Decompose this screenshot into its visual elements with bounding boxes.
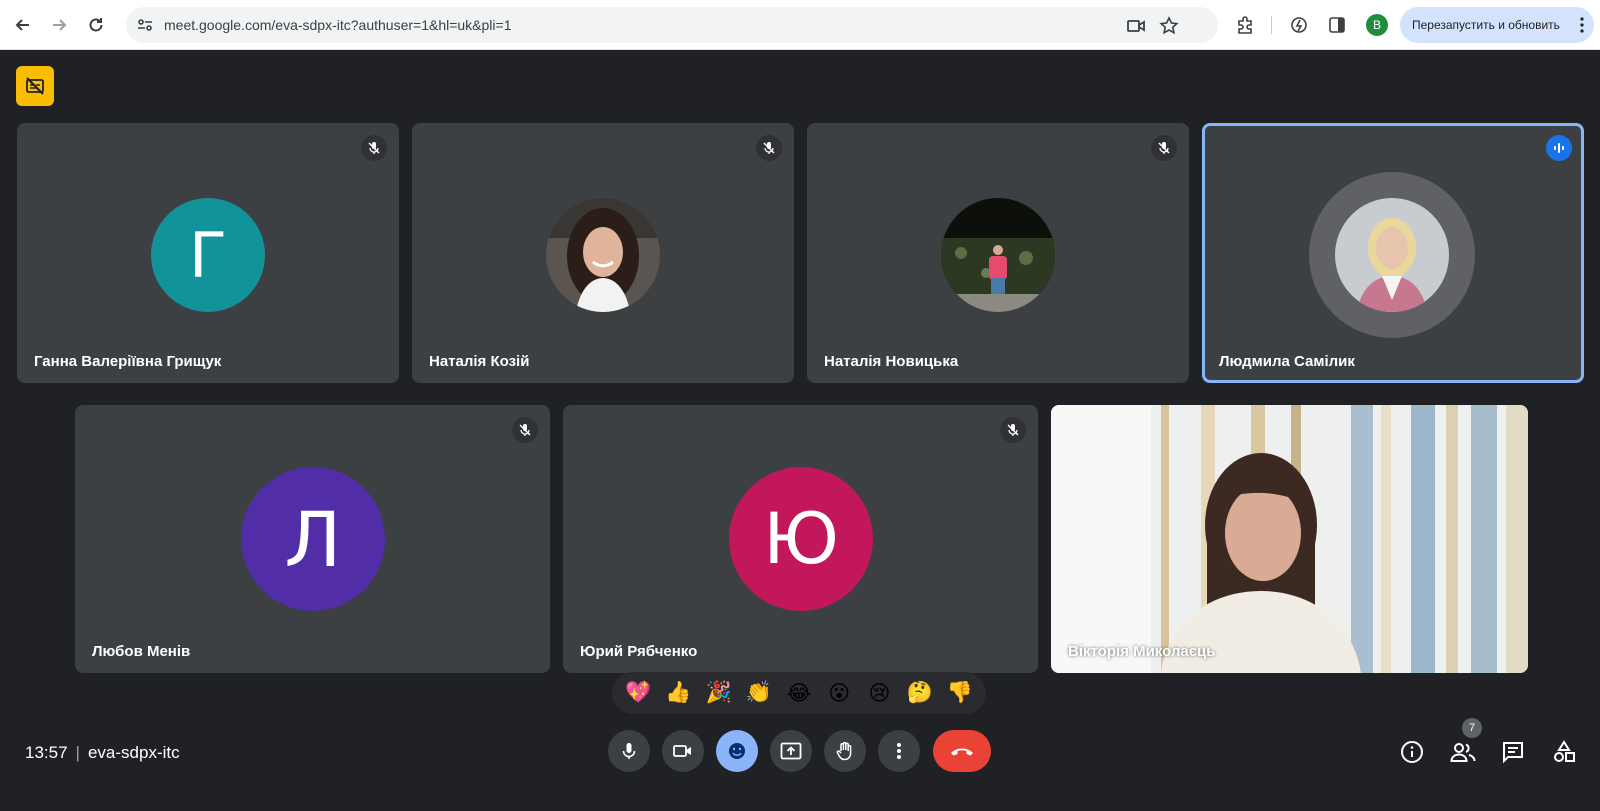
participant-tile-active[interactable]: Людмила Самілик — [1202, 123, 1584, 383]
participant-tile[interactable]: Г Ганна Валеріївна Грищук — [17, 123, 399, 383]
microphone-button[interactable] — [608, 730, 650, 772]
meeting-details-icon[interactable] — [1398, 738, 1426, 766]
avatar: Г — [151, 198, 265, 312]
mic-off-icon — [1000, 417, 1026, 443]
participant-tile[interactable]: Л Любов Менів — [75, 405, 550, 673]
meeting-info: 13:57 | eva-sdpx-itc — [25, 743, 180, 763]
reactions-bar: 💖 👍 🎉 👏 😂 😮 😢 🤔 👎 — [612, 672, 986, 714]
reload-icon[interactable] — [83, 12, 109, 38]
mic-off-icon — [756, 135, 782, 161]
meeting-time: 13:57 — [25, 743, 68, 762]
profile-avatar[interactable]: B — [1366, 14, 1388, 36]
meeting-code: eva-sdpx-itc — [87, 743, 180, 762]
video-feed — [1051, 405, 1528, 673]
present-screen-button[interactable] — [770, 730, 812, 772]
side-panel-icon[interactable] — [1326, 14, 1348, 36]
microphone-icon — [622, 743, 636, 759]
reaction-clap[interactable]: 👏 — [742, 681, 776, 705]
avatar-photo — [546, 198, 660, 312]
people-icon[interactable] — [1449, 738, 1477, 766]
more-vert-icon[interactable] — [1580, 17, 1584, 36]
more-options-button[interactable] — [878, 730, 920, 772]
participant-tile[interactable]: Ю Юрий Рябченко — [563, 405, 1038, 673]
browser-toolbar: meet.google.com/eva-sdpx-itc?authuser=1&… — [0, 0, 1600, 50]
relaunch-button[interactable]: Перезапустить и обновить — [1400, 7, 1594, 43]
speaking-indicator-icon — [1546, 135, 1572, 161]
forward-icon[interactable] — [46, 12, 72, 38]
participant-name: Вікторія Миколаєць — [1068, 643, 1216, 660]
hang-up-icon — [951, 748, 973, 756]
reaction-thumbs-down[interactable]: 👎 — [943, 681, 977, 705]
captions-off-icon[interactable] — [16, 66, 54, 106]
relaunch-label: Перезапустить и обновить — [1412, 18, 1560, 32]
reaction-thinking[interactable]: 🤔 — [903, 681, 937, 705]
reaction-party[interactable]: 🎉 — [702, 681, 736, 705]
activities-icon[interactable] — [1550, 738, 1578, 766]
camera-in-use-icon[interactable] — [1126, 16, 1146, 36]
participant-name: Наталія Новицька — [824, 353, 959, 370]
extensions-icon[interactable] — [1234, 14, 1256, 36]
participant-name: Юрий Рябченко — [580, 643, 698, 660]
participant-name: Ганна Валеріївна Грищук — [34, 353, 222, 370]
reaction-surprised[interactable]: 😮 — [822, 681, 856, 706]
chat-icon[interactable] — [1499, 738, 1527, 766]
separator: | — [75, 743, 80, 762]
back-icon[interactable] — [10, 12, 36, 38]
avatar: Л — [241, 467, 385, 611]
mic-off-icon — [1151, 135, 1177, 161]
camera-icon — [673, 745, 691, 757]
more-vert-icon — [897, 743, 901, 759]
avatar-photo — [941, 198, 1055, 312]
hand-icon — [836, 741, 852, 761]
address-bar[interactable]: meet.google.com/eva-sdpx-itc?authuser=1&… — [126, 7, 1218, 43]
raise-hand-button[interactable] — [824, 730, 866, 772]
meet-stage: Г Ганна Валеріївна Грищук Наталія Козій — [0, 50, 1600, 811]
bookmark-star-icon[interactable] — [1159, 16, 1179, 36]
url-text[interactable]: meet.google.com/eva-sdpx-itc?authuser=1&… — [164, 17, 511, 33]
participant-name: Людмила Самілик — [1219, 353, 1355, 370]
participant-video-tile[interactable]: Вікторія Миколаєць — [1051, 405, 1528, 673]
performance-icon[interactable] — [1288, 14, 1310, 36]
reaction-laugh[interactable]: 😂 — [782, 681, 816, 706]
avatar: Ю — [729, 467, 873, 611]
emoji-icon — [729, 743, 745, 759]
participant-tile[interactable]: Наталія Новицька — [807, 123, 1189, 383]
avatar-photo — [1335, 198, 1449, 312]
leave-call-button[interactable] — [933, 730, 991, 772]
participant-name: Наталія Козій — [429, 353, 530, 370]
toolbar-divider — [1271, 16, 1272, 34]
camera-button[interactable] — [662, 730, 704, 772]
reaction-sad[interactable]: 😢 — [862, 681, 896, 706]
mic-off-icon — [361, 135, 387, 161]
participant-name: Любов Менів — [92, 643, 191, 660]
emoji-reactions-button[interactable] — [716, 730, 758, 772]
participant-count-badge: 7 — [1462, 718, 1482, 738]
participant-tile[interactable]: Наталія Козій — [412, 123, 794, 383]
reaction-thumbs-up[interactable]: 👍 — [661, 681, 695, 705]
site-settings-icon[interactable] — [136, 16, 154, 34]
present-icon — [780, 742, 802, 760]
mic-off-icon — [512, 417, 538, 443]
reaction-heart[interactable]: 💖 — [621, 681, 655, 705]
